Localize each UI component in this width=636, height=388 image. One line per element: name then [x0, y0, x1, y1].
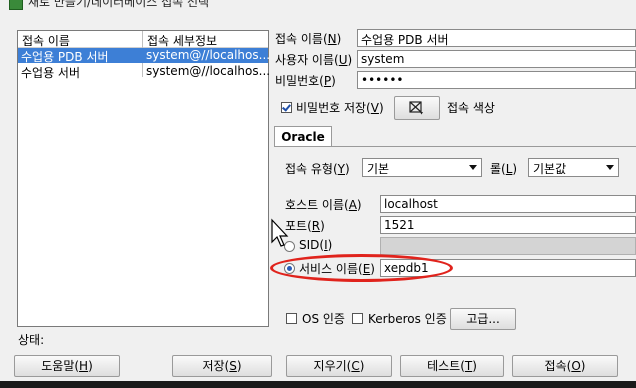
sid-input[interactable]: [380, 237, 636, 255]
os-auth-label[interactable]: OS 인증: [302, 310, 345, 327]
sid-label[interactable]: SID(I): [299, 238, 332, 252]
mouse-cursor-icon: [271, 218, 289, 247]
connection-list-header: 접속 이름 접속 세부정보: [18, 31, 268, 48]
connection-row[interactable]: 수업용 PDB 서버 system@//localhos...: [18, 48, 271, 64]
conn-type-label: 접속 유형(Y): [285, 162, 350, 176]
connection-name: 수업용 서버: [21, 66, 81, 80]
username-label: 사용자 이름(U): [275, 53, 353, 67]
conn-type-value: 기본: [367, 162, 390, 176]
conn-color-button[interactable]: [394, 96, 440, 120]
save-password-checkbox[interactable]: [281, 102, 292, 113]
save-password-label[interactable]: 비밀번호 저장(V): [296, 99, 384, 116]
role-select[interactable]: 기본값: [528, 158, 619, 177]
connect-button[interactable]: 접속(O): [512, 355, 618, 377]
connection-name: 수업용 PDB 서버: [21, 50, 109, 64]
color-picker-icon: [409, 101, 423, 115]
password-input[interactable]: ••••••: [357, 71, 636, 89]
column-header-details[interactable]: 접속 세부정보: [147, 32, 217, 49]
os-auth-checkbox[interactable]: [286, 313, 297, 324]
tab-oracle[interactable]: Oracle: [274, 126, 332, 146]
highlight-oval: [270, 254, 453, 282]
window-title: 새로 만들기/데이터베이스 접속 선택: [28, 0, 210, 9]
hostname-label: 호스트 이름(A): [285, 198, 362, 212]
column-header-name[interactable]: 접속 이름: [22, 32, 70, 49]
help-button[interactable]: 도움말(H): [14, 355, 120, 377]
window-titlebar: 새로 만들기/데이터베이스 접속 선택: [0, 0, 636, 10]
chevron-down-icon: [469, 165, 477, 170]
connection-row[interactable]: 수업용 서버 system@//localhos...: [18, 64, 271, 80]
port-label: 포트(R): [285, 219, 325, 233]
status-label: 상태:: [18, 333, 45, 347]
conn-color-label: 접속 색상: [447, 101, 495, 115]
app-icon: [9, 0, 23, 10]
connection-details: system@//localhos...: [146, 64, 271, 78]
conn-type-select[interactable]: 기본: [362, 158, 482, 177]
hostname-input[interactable]: localhost: [380, 195, 636, 213]
username-input[interactable]: system: [357, 50, 636, 68]
chevron-down-icon: [606, 165, 614, 170]
password-label: 비밀번호(P): [275, 74, 336, 88]
conn-name-input[interactable]: 수업용 PDB 서버: [357, 29, 636, 47]
clear-button[interactable]: 지우기(C): [286, 355, 392, 377]
port-input[interactable]: 1521: [380, 216, 636, 234]
kerberos-auth-checkbox[interactable]: [352, 313, 363, 324]
advanced-button[interactable]: 고급...: [450, 308, 516, 330]
role-label: 롤(L): [490, 162, 518, 176]
save-button[interactable]: 저장(S): [172, 355, 272, 377]
role-value: 기본값: [533, 162, 567, 176]
connection-list[interactable]: 접속 이름 접속 세부정보 수업용 PDB 서버 system@//localh…: [17, 30, 271, 327]
connection-details: system@//localhos...: [146, 48, 271, 62]
conn-name-label: 접속 이름(N): [275, 32, 342, 46]
kerberos-auth-label[interactable]: Kerberos 인증: [368, 310, 447, 327]
test-button[interactable]: 테스트(T): [400, 355, 504, 377]
window-bottom-edge: [0, 381, 636, 388]
